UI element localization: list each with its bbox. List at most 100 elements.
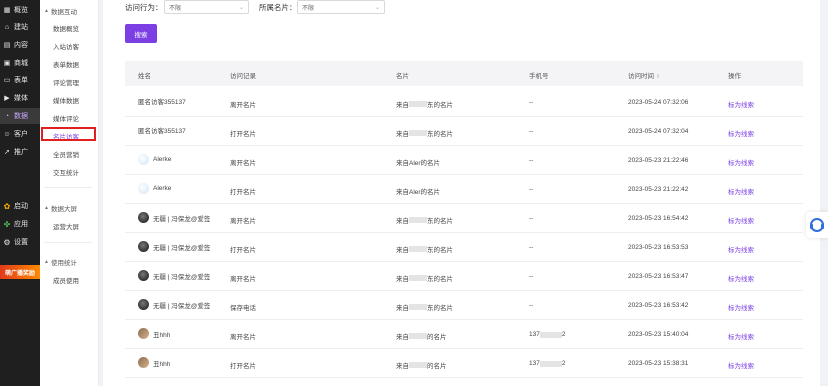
submenu-item-ops-screen[interactable]: 运营大屏 xyxy=(53,221,79,231)
column-header-time[interactable]: 访问时间 ⇳ xyxy=(628,70,660,80)
card-source: 来自 的名片 xyxy=(396,360,447,370)
nav-item-data[interactable]: ◔ 数据 xyxy=(0,108,40,124)
nav-item-media[interactable]: ▶ 媒体 xyxy=(0,90,40,106)
mark-as-lead-link[interactable]: 标为线索 xyxy=(728,128,754,138)
visit-record: 打开名片 xyxy=(230,247,256,254)
submenu-item-member-usage[interactable]: 成员使用 xyxy=(53,275,79,285)
visitor-name-text: 匿名访客355137 xyxy=(138,128,186,135)
nav-label: 建站 xyxy=(14,24,28,31)
table-row: 匿名访客355137 打开名片 来自 东的名片 -- 2023-05-24 07:… xyxy=(125,117,803,146)
card-filter-select[interactable]: 不限 ⌄ xyxy=(297,0,385,14)
nav-item-overview[interactable]: ▦ 概览 xyxy=(0,2,40,18)
phone-suffix: 2 xyxy=(561,331,566,338)
card-source-prefix: 来自 xyxy=(396,102,409,109)
submenu-group-title: 使用统计 xyxy=(50,260,77,267)
submenu-item-media-data[interactable]: 媒体数据 xyxy=(53,95,79,105)
nav-label: 概览 xyxy=(14,7,28,14)
submenu-item-form-data[interactable]: 表单数据 xyxy=(53,59,79,69)
redacted-text xyxy=(539,360,562,367)
apps-icon: ✤ xyxy=(3,219,11,229)
submenu-group-usage[interactable]: ▲ 使用统计 xyxy=(44,257,77,267)
submenu-item-comments[interactable]: 评论管理 xyxy=(53,77,79,87)
nav-item-promote[interactable]: ➚ 推广 xyxy=(0,144,40,160)
mark-as-lead-link[interactable]: 标为线索 xyxy=(728,331,754,341)
redacted-text xyxy=(409,130,427,136)
content-icon: ▤ xyxy=(3,42,11,49)
submenu-item-media-comments[interactable]: 媒体评论 xyxy=(53,113,79,123)
table-row: 丑hhh 打开名片 来自 的名片 137 2 2023-05-23 15:38:31… xyxy=(125,349,803,378)
mark-as-lead-link[interactable]: 标为线索 xyxy=(728,215,754,225)
divider xyxy=(44,242,92,243)
card-source: 来自 的名片 xyxy=(396,331,447,341)
card-source-prefix: 来自 xyxy=(396,247,409,254)
visit-time: 2023-05-24 07:32:04 xyxy=(628,128,689,135)
submenu-item-data-overview[interactable]: 数据概览 xyxy=(53,23,79,33)
visitor-name: Alerke xyxy=(138,183,171,194)
mark-as-lead-link[interactable]: 标为线索 xyxy=(728,186,754,196)
select-value: 不限 xyxy=(169,5,182,12)
action-filter-select[interactable]: 不限 ⌄ xyxy=(164,0,249,14)
submenu-group-interaction[interactable]: ▲ 数据互动 xyxy=(44,6,77,16)
mark-as-lead-link[interactable]: 标为线索 xyxy=(728,244,754,254)
chevron-up-icon: ▲ xyxy=(44,259,49,265)
customer-service-widget[interactable] xyxy=(806,212,828,238)
phone-number: -- xyxy=(529,302,533,309)
column-header-time-label: 访问时间 xyxy=(628,73,654,80)
table-row: 无疆 | 冯保龙@爱签 离开名片 来自 东的名片 -- 2023-05-23 16… xyxy=(125,204,803,233)
visit-record: 离开名片 xyxy=(230,160,256,167)
visit-record: 打开名片 xyxy=(230,189,256,196)
mark-as-lead-link[interactable]: 标为线索 xyxy=(728,273,754,283)
visit-time: 2023-05-23 15:38:31 xyxy=(628,360,689,367)
main-content: 访问行为： 不限 ⌄ 所属名片： 不限 ⌄ 搜索 姓名 访问记录 名片 手机号 访问… xyxy=(103,0,820,386)
card-source: 来自Aler的名片 xyxy=(396,186,440,196)
sort-icon[interactable]: ⇳ xyxy=(656,74,660,80)
nav-label: 设置 xyxy=(14,239,28,246)
visit-time: 2023-05-23 16:53:47 xyxy=(628,273,689,280)
phone-number: -- xyxy=(529,186,533,193)
mark-as-lead-link[interactable]: 标为线索 xyxy=(728,99,754,109)
nav-item-form[interactable]: ▭ 表单 xyxy=(0,72,40,88)
redacted-text xyxy=(409,246,427,252)
visit-record: 打开名片 xyxy=(230,363,256,370)
visit-record: 离开名片 xyxy=(230,218,256,225)
mark-as-lead-link[interactable]: 标为线索 xyxy=(728,157,754,167)
card-source-suffix: 的名片 xyxy=(427,363,447,370)
visitor-name: Alerke xyxy=(138,154,171,165)
main-sidebar: ▦ 概览 ⌂ 建站 ▤ 内容 ▣ 商城 ▭ 表单 ▶ 媒体 ◔ 数据 ☺ 客户 ➚ 推广 ✿ 启动 … xyxy=(0,0,40,386)
table-row: 无疆 | 冯保龙@爱签 离开名片 来自 东的名片 -- 2023-05-23 16… xyxy=(125,262,803,291)
mark-as-lead-link[interactable]: 标为线索 xyxy=(728,360,754,370)
phone-prefix: -- xyxy=(529,128,534,135)
nav-item-content[interactable]: ▤ 内容 xyxy=(0,37,40,53)
submenu-group-title: 数据互动 xyxy=(50,9,77,16)
column-header-phone: 手机号 xyxy=(529,73,549,80)
nav-item-build[interactable]: ⌂ 建站 xyxy=(0,19,40,35)
visitor-name-text: Alerke xyxy=(153,185,172,192)
nav-item-customer[interactable]: ☺ 客户 xyxy=(0,126,40,142)
card-source: 来自 东的名片 xyxy=(396,273,453,283)
action-filter-label: 访问行为： xyxy=(125,3,163,12)
divider xyxy=(44,187,92,188)
submenu-group-title: 数据大屏 xyxy=(50,206,77,213)
nav-item-apps[interactable]: ✤ 应用 xyxy=(0,216,40,232)
nav-item-settings[interactable]: ⚙ 设置 xyxy=(0,234,40,250)
submenu-group-dashboard[interactable]: ▲ 数据大屏 xyxy=(44,203,77,213)
nav-label: 表单 xyxy=(14,77,28,84)
nav-item-shop[interactable]: ▣ 商城 xyxy=(0,55,40,71)
mark-as-lead-link[interactable]: 标为线索 xyxy=(728,302,754,312)
nav-item-launch[interactable]: ✿ 启动 xyxy=(0,198,40,214)
card-source: 来自 东的名片 xyxy=(396,302,453,312)
column-header-record: 访问记录 xyxy=(230,73,256,80)
avatar xyxy=(138,241,149,252)
card-source-prefix: 来自Aler的名片 xyxy=(396,189,441,196)
visitor-name-text: 无疆 | 冯保龙@爱签 xyxy=(153,244,211,252)
promo-banner[interactable]: 萌广播奖励 xyxy=(0,265,40,279)
submenu-item-interaction-stats[interactable]: 交互统计 xyxy=(53,167,79,177)
redacted-text xyxy=(409,217,427,223)
select-value: 不限 xyxy=(302,5,315,12)
card-source-prefix: 来自 xyxy=(396,363,409,370)
search-button[interactable]: 搜索 xyxy=(125,24,157,43)
table-row: 匿名访客355137 离开名片 来自 东的名片 -- 2023-05-24 07:… xyxy=(125,88,803,117)
submenu-item-site-visitors[interactable]: 入站访客 xyxy=(53,41,79,51)
nav-label: 数据 xyxy=(14,113,28,120)
submenu-item-all-staff-marketing[interactable]: 全员营销 xyxy=(53,149,79,159)
